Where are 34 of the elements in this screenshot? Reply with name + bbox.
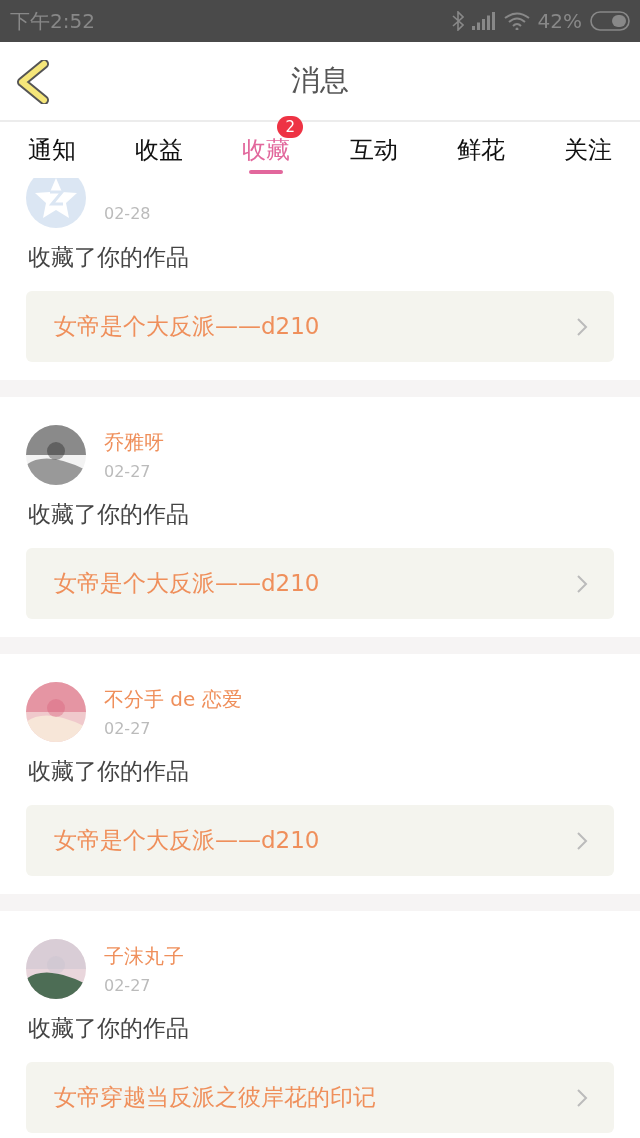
message-text: 收藏了你的作品	[28, 757, 190, 786]
status-time: 下午2:52	[10, 7, 95, 35]
count-badge: 2	[277, 116, 304, 138]
message-text: 收藏了你的作品	[28, 1014, 190, 1043]
message-date: 02-27	[104, 976, 152, 995]
chevron-icon	[576, 573, 588, 594]
tab[interactable]: 鲜花	[434, 122, 527, 178]
message-text: 收藏了你的作品	[28, 243, 190, 272]
message-date: 02-27	[104, 719, 152, 738]
work-link[interactable]: 女帝是个大反派——d210	[26, 548, 614, 619]
chevron-icon	[576, 830, 588, 851]
signal-icon	[471, 12, 496, 30]
battery-icon	[590, 11, 630, 31]
tab[interactable]: 互动	[327, 122, 420, 178]
chevron-icon	[576, 1087, 588, 1108]
tab[interactable]: 关注	[541, 122, 634, 178]
message-text: 收藏了你的作品	[28, 500, 190, 529]
avatar-icon	[26, 178, 86, 228]
message-date: 02-27	[104, 462, 152, 481]
wifi-icon	[503, 12, 530, 30]
user-name[interactable]: 乔雅呀	[104, 429, 164, 456]
message-date: 02-28	[104, 203, 151, 223]
chevron-icon	[576, 316, 588, 337]
battery-level: 42%	[537, 9, 582, 33]
user-name[interactable]: 子沫丸子	[104, 943, 184, 970]
bluetooth-icon	[451, 11, 464, 31]
page-title: 消息	[291, 62, 349, 99]
work-link[interactable]: 女帝是个大反派——d210	[26, 291, 614, 362]
work-link[interactable]: 女帝是个大反派——d210	[26, 805, 614, 876]
user-name[interactable]: 不分手 de 恋爱	[104, 686, 242, 713]
tab[interactable]: 通知	[6, 122, 98, 178]
work-link[interactable]: 女帝穿越当反派之彼岸花的印记	[26, 1062, 614, 1133]
tab[interactable]: 收益	[113, 122, 206, 178]
tab-underline	[249, 170, 284, 174]
